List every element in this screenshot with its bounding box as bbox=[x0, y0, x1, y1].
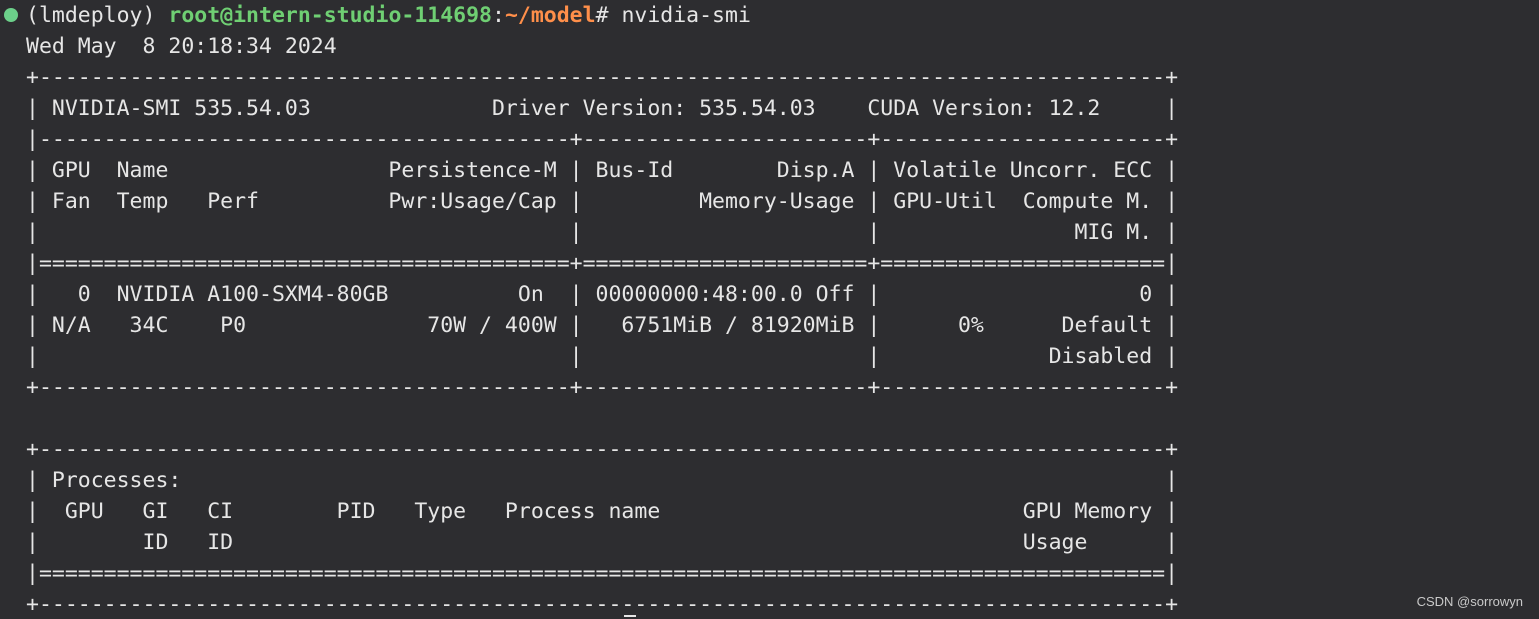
gpu-header-row-1: | GPU Name Persistence-M | Bus-Id Disp.A… bbox=[26, 158, 1179, 183]
gpu-header-row-2: | Fan Temp Perf Pwr:Usage/Cap | Memory-U… bbox=[26, 189, 1179, 214]
conda-env: (lmdeploy) bbox=[26, 3, 169, 28]
working-directory: ~/model bbox=[504, 3, 596, 28]
watermark: CSDN @sorrowyn bbox=[1416, 594, 1523, 609]
command-text: nvidia-smi bbox=[621, 3, 751, 28]
processes-border-top: +---------------------------------------… bbox=[26, 437, 1179, 462]
terminal-window[interactable]: (lmdeploy) root@intern-studio-114698:~/m… bbox=[0, 0, 1539, 619]
processes-header-2: | ID ID Usage | bbox=[26, 530, 1179, 555]
table-border-top: +---------------------------------------… bbox=[26, 65, 1179, 90]
output-date: Wed May 8 20:18:34 2024 bbox=[26, 34, 337, 59]
gpu-row-1: | 0 NVIDIA A100-SXM4-80GB On | 00000000:… bbox=[26, 282, 1179, 307]
gpu-table-bottom: +---------------------------------------… bbox=[26, 375, 1179, 400]
status-dot-icon bbox=[4, 8, 18, 22]
processes-separator: |=======================================… bbox=[26, 561, 1179, 586]
gpu-row-3: | | | Disabled | bbox=[26, 344, 1179, 369]
gpu-header-separator: |=======================================… bbox=[26, 251, 1179, 276]
command-prompt: (lmdeploy) root@intern-studio-114698:~/m… bbox=[26, 0, 751, 31]
user-host: root@intern-studio-114698 bbox=[168, 3, 492, 28]
processes-header-1: | GPU GI CI PID Type Process name GPU Me… bbox=[26, 499, 1179, 524]
gpu-header-row-3: | | | MIG M. | bbox=[26, 220, 1179, 245]
prompt-colon: : bbox=[492, 3, 505, 28]
gpu-row-2: | N/A 34C P0 70W / 400W | 6751MiB / 8192… bbox=[26, 313, 1179, 338]
driver-info-row: | NVIDIA-SMI 535.54.03 Driver Version: 5… bbox=[26, 96, 1179, 121]
text-cursor bbox=[624, 615, 636, 617]
prompt-hash: # bbox=[595, 3, 622, 28]
processes-title: | Processes: | bbox=[26, 468, 1179, 493]
table-divider: |---------------------------------------… bbox=[26, 127, 1179, 152]
processes-border-bottom: +---------------------------------------… bbox=[26, 592, 1179, 617]
